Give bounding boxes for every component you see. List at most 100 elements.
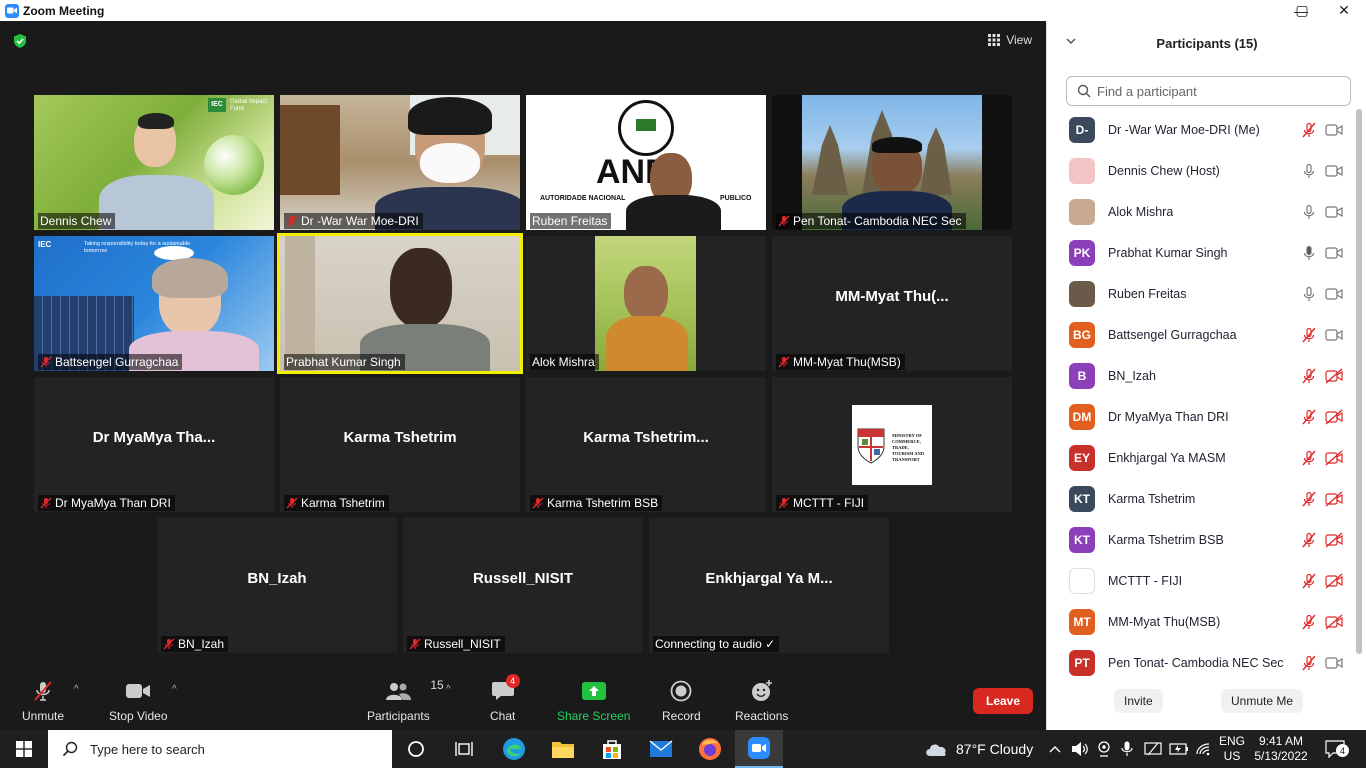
mic-muted-icon[interactable] [1301, 327, 1317, 343]
video-tile-pen-tonat[interactable]: Pen Tonat- Cambodia NEC Sec [772, 95, 1012, 230]
weather-widget[interactable]: 87°F Cloudy [924, 730, 1033, 768]
video-off-icon[interactable] [1325, 613, 1343, 630]
windows-start-button[interactable] [0, 730, 48, 768]
video-camera-icon[interactable] [1325, 655, 1343, 671]
participant-avatar: PK [1069, 239, 1095, 266]
reactions-button[interactable]: Reactions [735, 678, 788, 723]
invite-button[interactable]: Invite [1114, 689, 1163, 713]
leave-button[interactable]: Leave [973, 688, 1033, 714]
participants-button[interactable]: 15 Participants [367, 678, 444, 723]
webcam-icon [1098, 741, 1110, 757]
mic-muted-icon[interactable] [1301, 409, 1317, 425]
share-screen-button[interactable]: Share Screen [557, 678, 630, 723]
volume-button[interactable] [1071, 730, 1089, 768]
participant-row[interactable]: B BN_Izah [1047, 355, 1357, 396]
video-tile-prabhat-kumar-singh[interactable]: Prabhat Kumar Singh [277, 233, 523, 374]
video-tile-karma-tshetrim-bsb[interactable]: Karma Tshetrim... Karma Tshetrim BSB [526, 377, 766, 512]
video-camera-icon[interactable] [1325, 245, 1343, 261]
battery-button[interactable] [1169, 730, 1189, 768]
microphone-tray-button[interactable] [1121, 730, 1133, 768]
participant-row[interactable]: KT Karma Tshetrim [1047, 478, 1357, 519]
show-hidden-icons-button[interactable] [1048, 730, 1062, 768]
participant-row[interactable]: Ruben Freitas [1047, 273, 1357, 314]
video-off-icon[interactable] [1325, 449, 1343, 466]
video-camera-icon[interactable] [1325, 163, 1343, 179]
video-camera-icon[interactable] [1325, 327, 1343, 343]
mic-muted-icon[interactable] [1301, 450, 1317, 466]
video-off-icon[interactable] [1325, 572, 1343, 589]
microphone-icon[interactable] [1301, 286, 1317, 302]
participant-row[interactable]: DM Dr MyaMya Than DRI [1047, 396, 1357, 437]
notifications-button[interactable]: 4 [1322, 730, 1349, 768]
video-camera-icon[interactable] [1325, 204, 1343, 220]
microphone-icon[interactable] [1301, 163, 1317, 179]
unmute-me-button[interactable]: Unmute Me [1221, 689, 1304, 713]
mic-muted-icon[interactable] [1301, 614, 1317, 630]
taskbar-search-box[interactable]: Type here to search [48, 730, 392, 768]
edge-taskbar-button[interactable] [490, 730, 538, 768]
video-tile-bn-izah[interactable]: BN_Izah BN_Izah [157, 518, 397, 653]
clock-button[interactable]: 9:41 AM 5/13/2022 [1254, 730, 1307, 768]
audio-options-caret-icon[interactable]: ^ [74, 684, 79, 695]
participant-search-input[interactable]: Find a participant [1066, 76, 1351, 106]
microphone-icon[interactable] [1301, 204, 1317, 220]
participant-row[interactable]: MT MM-Myat Thu(MSB) [1047, 601, 1357, 642]
video-off-icon[interactable] [1325, 367, 1343, 384]
video-options-caret-icon[interactable]: ^ [172, 684, 177, 695]
store-taskbar-button[interactable] [588, 730, 636, 768]
maximize-button[interactable]: ▢ [1281, 0, 1323, 21]
video-tile-alok-mishra[interactable]: Alok Mishra [526, 236, 766, 371]
video-tile-ruben-freitas[interactable]: ANE AUTORIDADE NACIONAL PUBLICO Ruben Fr… [526, 95, 766, 230]
video-tile-russell-nisit[interactable]: Russell_NISIT Russell_NISIT [403, 518, 643, 653]
person-hair [872, 137, 922, 153]
security-shield-icon[interactable] [12, 33, 28, 54]
participant-row[interactable]: Dennis Chew (Host) [1047, 150, 1357, 191]
wifi-button[interactable] [1195, 730, 1211, 768]
participant-row[interactable]: BG Battsengel Gurragchaa [1047, 314, 1357, 355]
mic-muted-icon[interactable] [1301, 122, 1317, 138]
video-off-icon[interactable] [1325, 408, 1343, 425]
video-tile-karma-tshetrim[interactable]: Karma Tshetrim Karma Tshetrim [280, 377, 520, 512]
stop-video-button[interactable]: Stop Video [109, 678, 168, 723]
view-button[interactable]: View [988, 33, 1032, 47]
video-tile-mm-myat-thu[interactable]: MM-Myat Thu(... MM-Myat Thu(MSB) [772, 236, 1012, 371]
mic-muted-icon[interactable] [1301, 532, 1317, 548]
network-status-button[interactable] [1144, 730, 1162, 768]
video-tile-battsengel[interactable]: IEC Taking responsibility today for a su… [34, 236, 274, 371]
mic-muted-icon[interactable] [1301, 573, 1317, 589]
video-camera-icon[interactable] [1325, 122, 1343, 138]
microphone-icon[interactable] [1301, 245, 1317, 261]
participant-row[interactable]: PT Pen Tonat- Cambodia NEC Sec [1047, 642, 1357, 683]
participant-row[interactable]: D- Dr -War War Moe-DRI (Me) [1047, 109, 1357, 150]
task-view-button[interactable] [440, 730, 488, 768]
participant-row[interactable]: KT Karma Tshetrim BSB [1047, 519, 1357, 560]
mic-muted-icon[interactable] [1301, 368, 1317, 384]
participants-options-caret-icon[interactable]: ^ [446, 684, 451, 695]
mic-muted-icon[interactable] [1301, 655, 1317, 671]
video-off-icon[interactable] [1325, 531, 1343, 548]
firefox-taskbar-button[interactable] [686, 730, 734, 768]
video-tile-dr-myamya-than[interactable]: Dr MyaMya Tha... Dr MyaMya Than DRI [34, 377, 274, 512]
participant-list-scrollbar[interactable] [1356, 109, 1362, 654]
webcam-tray-button[interactable] [1097, 730, 1111, 768]
participant-row[interactable]: EY Enkhjargal Ya MASM [1047, 437, 1357, 478]
participant-row[interactable]: PK Prabhat Kumar Singh [1047, 232, 1357, 273]
mic-muted-icon[interactable] [1301, 491, 1317, 507]
record-button[interactable]: Record [662, 678, 701, 723]
zoom-taskbar-button[interactable] [735, 730, 783, 768]
participant-row[interactable]: Alok Mishra [1047, 191, 1357, 232]
video-tile-war-war-moe[interactable]: Dr -War War Moe-DRI [280, 95, 520, 230]
video-tile-dennis-chew[interactable]: IEC Global Impact Fund Dennis Chew [34, 95, 274, 230]
video-tile-enkhjargal[interactable]: Enkhjargal Ya M... Connecting to audio ✓ [649, 518, 889, 653]
chat-button[interactable]: 4 Chat [490, 674, 520, 723]
participant-row[interactable]: MCTTT - FIJI [1047, 560, 1357, 601]
video-camera-icon[interactable] [1325, 286, 1343, 302]
video-off-icon[interactable] [1325, 490, 1343, 507]
video-tile-mcttt-fiji[interactable]: MINISTRY OF COMMERCE, TRADE, TOURISM AND… [772, 377, 1012, 512]
unmute-button[interactable]: Unmute [22, 678, 64, 723]
cortana-button[interactable] [392, 730, 440, 768]
file-explorer-taskbar-button[interactable] [539, 730, 587, 768]
mail-taskbar-button[interactable] [637, 730, 685, 768]
input-language-button[interactable]: ENG US [1219, 730, 1245, 768]
close-button[interactable]: ✕ [1323, 0, 1365, 21]
